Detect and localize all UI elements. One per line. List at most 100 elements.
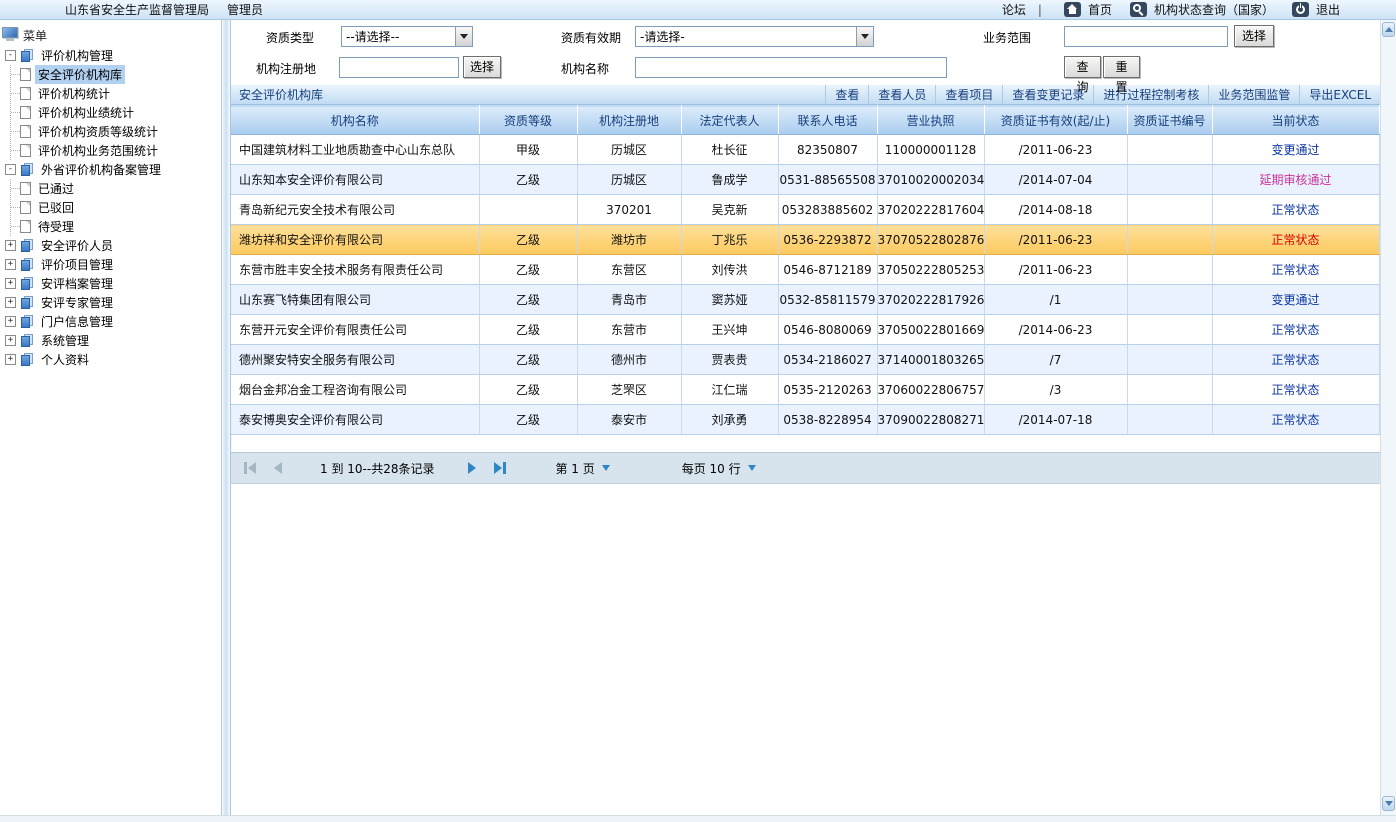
scope-input[interactable]: [1064, 26, 1228, 47]
collapse-toggle-icon[interactable]: -: [5, 164, 16, 175]
last-page-icon[interactable]: [494, 462, 507, 474]
status-query-icon[interactable]: [1130, 2, 1147, 17]
sidebar-tree-leaf[interactable]: 评价机构业绩统计: [11, 103, 221, 122]
next-page-icon[interactable]: [468, 462, 476, 474]
home-icon[interactable]: [1064, 2, 1081, 17]
table-row[interactable]: 山东知本安全评价有限公司乙级历城区鲁成学0531-885655083701002…: [231, 165, 1379, 195]
sidebar-tree-leaf[interactable]: 评价机构业务范围统计: [11, 141, 221, 160]
expand-toggle-icon[interactable]: +: [5, 297, 16, 308]
sidebar-tree-leaf[interactable]: 已驳回: [11, 198, 221, 217]
sidebar-tree-label[interactable]: 个人资料: [38, 350, 92, 369]
reg-place-input[interactable]: [339, 57, 459, 78]
column-header[interactable]: 资质证书有效(起/止): [984, 106, 1127, 135]
sidebar-tree-leaf-label[interactable]: 评价机构统计: [35, 84, 113, 103]
sidebar-tree-label[interactable]: 门户信息管理: [38, 312, 116, 331]
toolbar-action[interactable]: 查看人员: [868, 85, 935, 104]
column-header[interactable]: 当前状态: [1212, 106, 1379, 135]
status-cell: 正常状态: [1212, 255, 1379, 285]
toolbar-action[interactable]: 查看项目: [935, 85, 1002, 104]
scroll-down-icon[interactable]: [1382, 796, 1395, 811]
qual-type-select[interactable]: --请选择--: [341, 26, 473, 47]
toolbar-action[interactable]: 导出EXCEL: [1299, 85, 1380, 104]
sidebar-tree-label[interactable]: 评价机构管理: [38, 46, 116, 65]
sidebar-tree-label[interactable]: 安评专家管理: [38, 293, 116, 312]
column-header[interactable]: 机构名称: [231, 106, 479, 135]
query-button[interactable]: 查询: [1064, 56, 1101, 78]
column-header[interactable]: 机构注册地: [577, 106, 681, 135]
column-header[interactable]: 营业执照: [877, 106, 984, 135]
sidebar-tree-leaf[interactable]: 待受理: [11, 217, 221, 236]
table-row[interactable]: 潍坊祥和安全评价有限公司乙级潍坊市丁兆乐0536-229387237070522…: [231, 225, 1379, 255]
expand-toggle-icon[interactable]: +: [5, 335, 16, 346]
toolbar-action[interactable]: 查看: [825, 85, 868, 104]
horizontal-scrollbar[interactable]: [0, 815, 1396, 822]
table-cell: 刘承勇: [681, 405, 778, 435]
sidebar-tree-leaf[interactable]: 安全评价机构库: [11, 65, 221, 84]
sidebar-tree-label[interactable]: 外省评价机构备案管理: [38, 160, 164, 179]
table-cell: 乙级: [479, 255, 577, 285]
table-row[interactable]: 烟台金邦冶金工程咨询有限公司乙级芝罘区江仁瑞0535-2120263370600…: [231, 375, 1379, 405]
table-row[interactable]: 泰安博奥安全评价有限公司乙级泰安市刘承勇0538-822895437090022…: [231, 405, 1379, 435]
toolbar-action[interactable]: 进行过程控制考核: [1093, 85, 1208, 104]
sidebar-tree-leaf-label[interactable]: 评价机构资质等级统计: [35, 122, 161, 141]
sidebar-tree-leaf-label[interactable]: 待受理: [35, 217, 77, 236]
expand-toggle-icon[interactable]: +: [5, 240, 16, 251]
sidebar-tree-leaf-label[interactable]: 评价机构业务范围统计: [35, 141, 161, 160]
table-cell: 江仁瑞: [681, 375, 778, 405]
scope-label: 业务范围: [983, 30, 1031, 46]
sidebar-tree-leaf-label[interactable]: 安全评价机构库: [35, 65, 125, 84]
table-cell: 吴克新: [681, 195, 778, 225]
first-page-icon[interactable]: [243, 462, 256, 474]
table-cell: 山东赛飞特集团有限公司: [231, 285, 479, 315]
sidebar-tree-label[interactable]: 评价项目管理: [38, 255, 116, 274]
table-row[interactable]: 山东赛飞特集团有限公司乙级青岛市窦苏娅0532-8581157937020222…: [231, 285, 1379, 315]
validity-selected-value: -请选择-: [636, 28, 856, 45]
expand-toggle-icon[interactable]: +: [5, 316, 16, 327]
column-header[interactable]: 资质证书编号: [1127, 106, 1212, 135]
sidebar-tree-label[interactable]: 安全评价人员: [38, 236, 116, 255]
status-query-link[interactable]: 机构状态查询（国家）: [1154, 1, 1274, 18]
table-cell: 青岛新纪元安全技术有限公司: [231, 195, 479, 225]
logout-link[interactable]: 退出: [1316, 1, 1340, 18]
toolbar-action[interactable]: 业务范围监管: [1208, 85, 1299, 104]
sidebar-tree-leaf[interactable]: 评价机构资质等级统计: [11, 122, 221, 141]
prev-page-icon[interactable]: [274, 462, 282, 474]
home-link[interactable]: 首页: [1088, 1, 1112, 18]
scroll-up-icon[interactable]: [1382, 22, 1395, 37]
sidebar-splitter[interactable]: [222, 20, 230, 815]
sidebar-tree-label[interactable]: 系统管理: [38, 331, 92, 350]
table-row[interactable]: 东营市胜丰安全技术服务有限责任公司乙级东营区刘传洪0546-8712189370…: [231, 255, 1379, 285]
page-size-select[interactable]: 每页 10 行: [682, 460, 756, 477]
status-cell: 变更通过: [1212, 285, 1379, 315]
scope-select-button[interactable]: 选择: [1234, 25, 1274, 47]
page-select-value: 第 1 页: [555, 460, 594, 477]
sidebar-tree-leaf-label[interactable]: 评价机构业绩统计: [35, 103, 137, 122]
sidebar-tree-leaf-label[interactable]: 已通过: [35, 179, 77, 198]
table-row[interactable]: 青岛新纪元安全技术有限公司370201吴克新053283885602370202…: [231, 195, 1379, 225]
table-row[interactable]: 中国建筑材料工业地质勘查中心山东总队甲级历城区杜长征82350807110000…: [231, 135, 1379, 165]
reg-select-button[interactable]: 选择: [463, 56, 501, 78]
table-cell: /2014-07-04: [984, 165, 1127, 195]
column-header[interactable]: 法定代表人: [681, 106, 778, 135]
validity-select[interactable]: -请选择-: [635, 26, 874, 47]
column-header[interactable]: 资质等级: [479, 106, 577, 135]
table-cell: [1127, 405, 1212, 435]
page-select[interactable]: 第 1 页: [555, 460, 609, 477]
expand-toggle-icon[interactable]: +: [5, 278, 16, 289]
sidebar-tree-leaf[interactable]: 已通过: [11, 179, 221, 198]
sidebar-tree-label[interactable]: 安评档案管理: [38, 274, 116, 293]
tree-connector: [11, 150, 20, 151]
org-name-input[interactable]: [635, 57, 947, 78]
logout-icon[interactable]: [1292, 2, 1309, 17]
table-row[interactable]: 东营开元安全评价有限责任公司乙级东营市王兴坤0546-8080069370500…: [231, 315, 1379, 345]
reset-button[interactable]: 重置: [1103, 56, 1140, 78]
forum-link[interactable]: 论坛: [1002, 1, 1026, 18]
collapse-toggle-icon[interactable]: -: [5, 50, 16, 61]
vertical-scrollbar[interactable]: [1380, 20, 1396, 815]
sidebar-tree-leaf[interactable]: 评价机构统计: [11, 84, 221, 103]
table-row[interactable]: 德州聚安特安全服务有限公司乙级德州市贾表贵0534-21860273714000…: [231, 345, 1379, 375]
column-header[interactable]: 联系人电话: [778, 106, 877, 135]
sidebar-tree-leaf-label[interactable]: 已驳回: [35, 198, 77, 217]
expand-toggle-icon[interactable]: +: [5, 354, 16, 365]
expand-toggle-icon[interactable]: +: [5, 259, 16, 270]
